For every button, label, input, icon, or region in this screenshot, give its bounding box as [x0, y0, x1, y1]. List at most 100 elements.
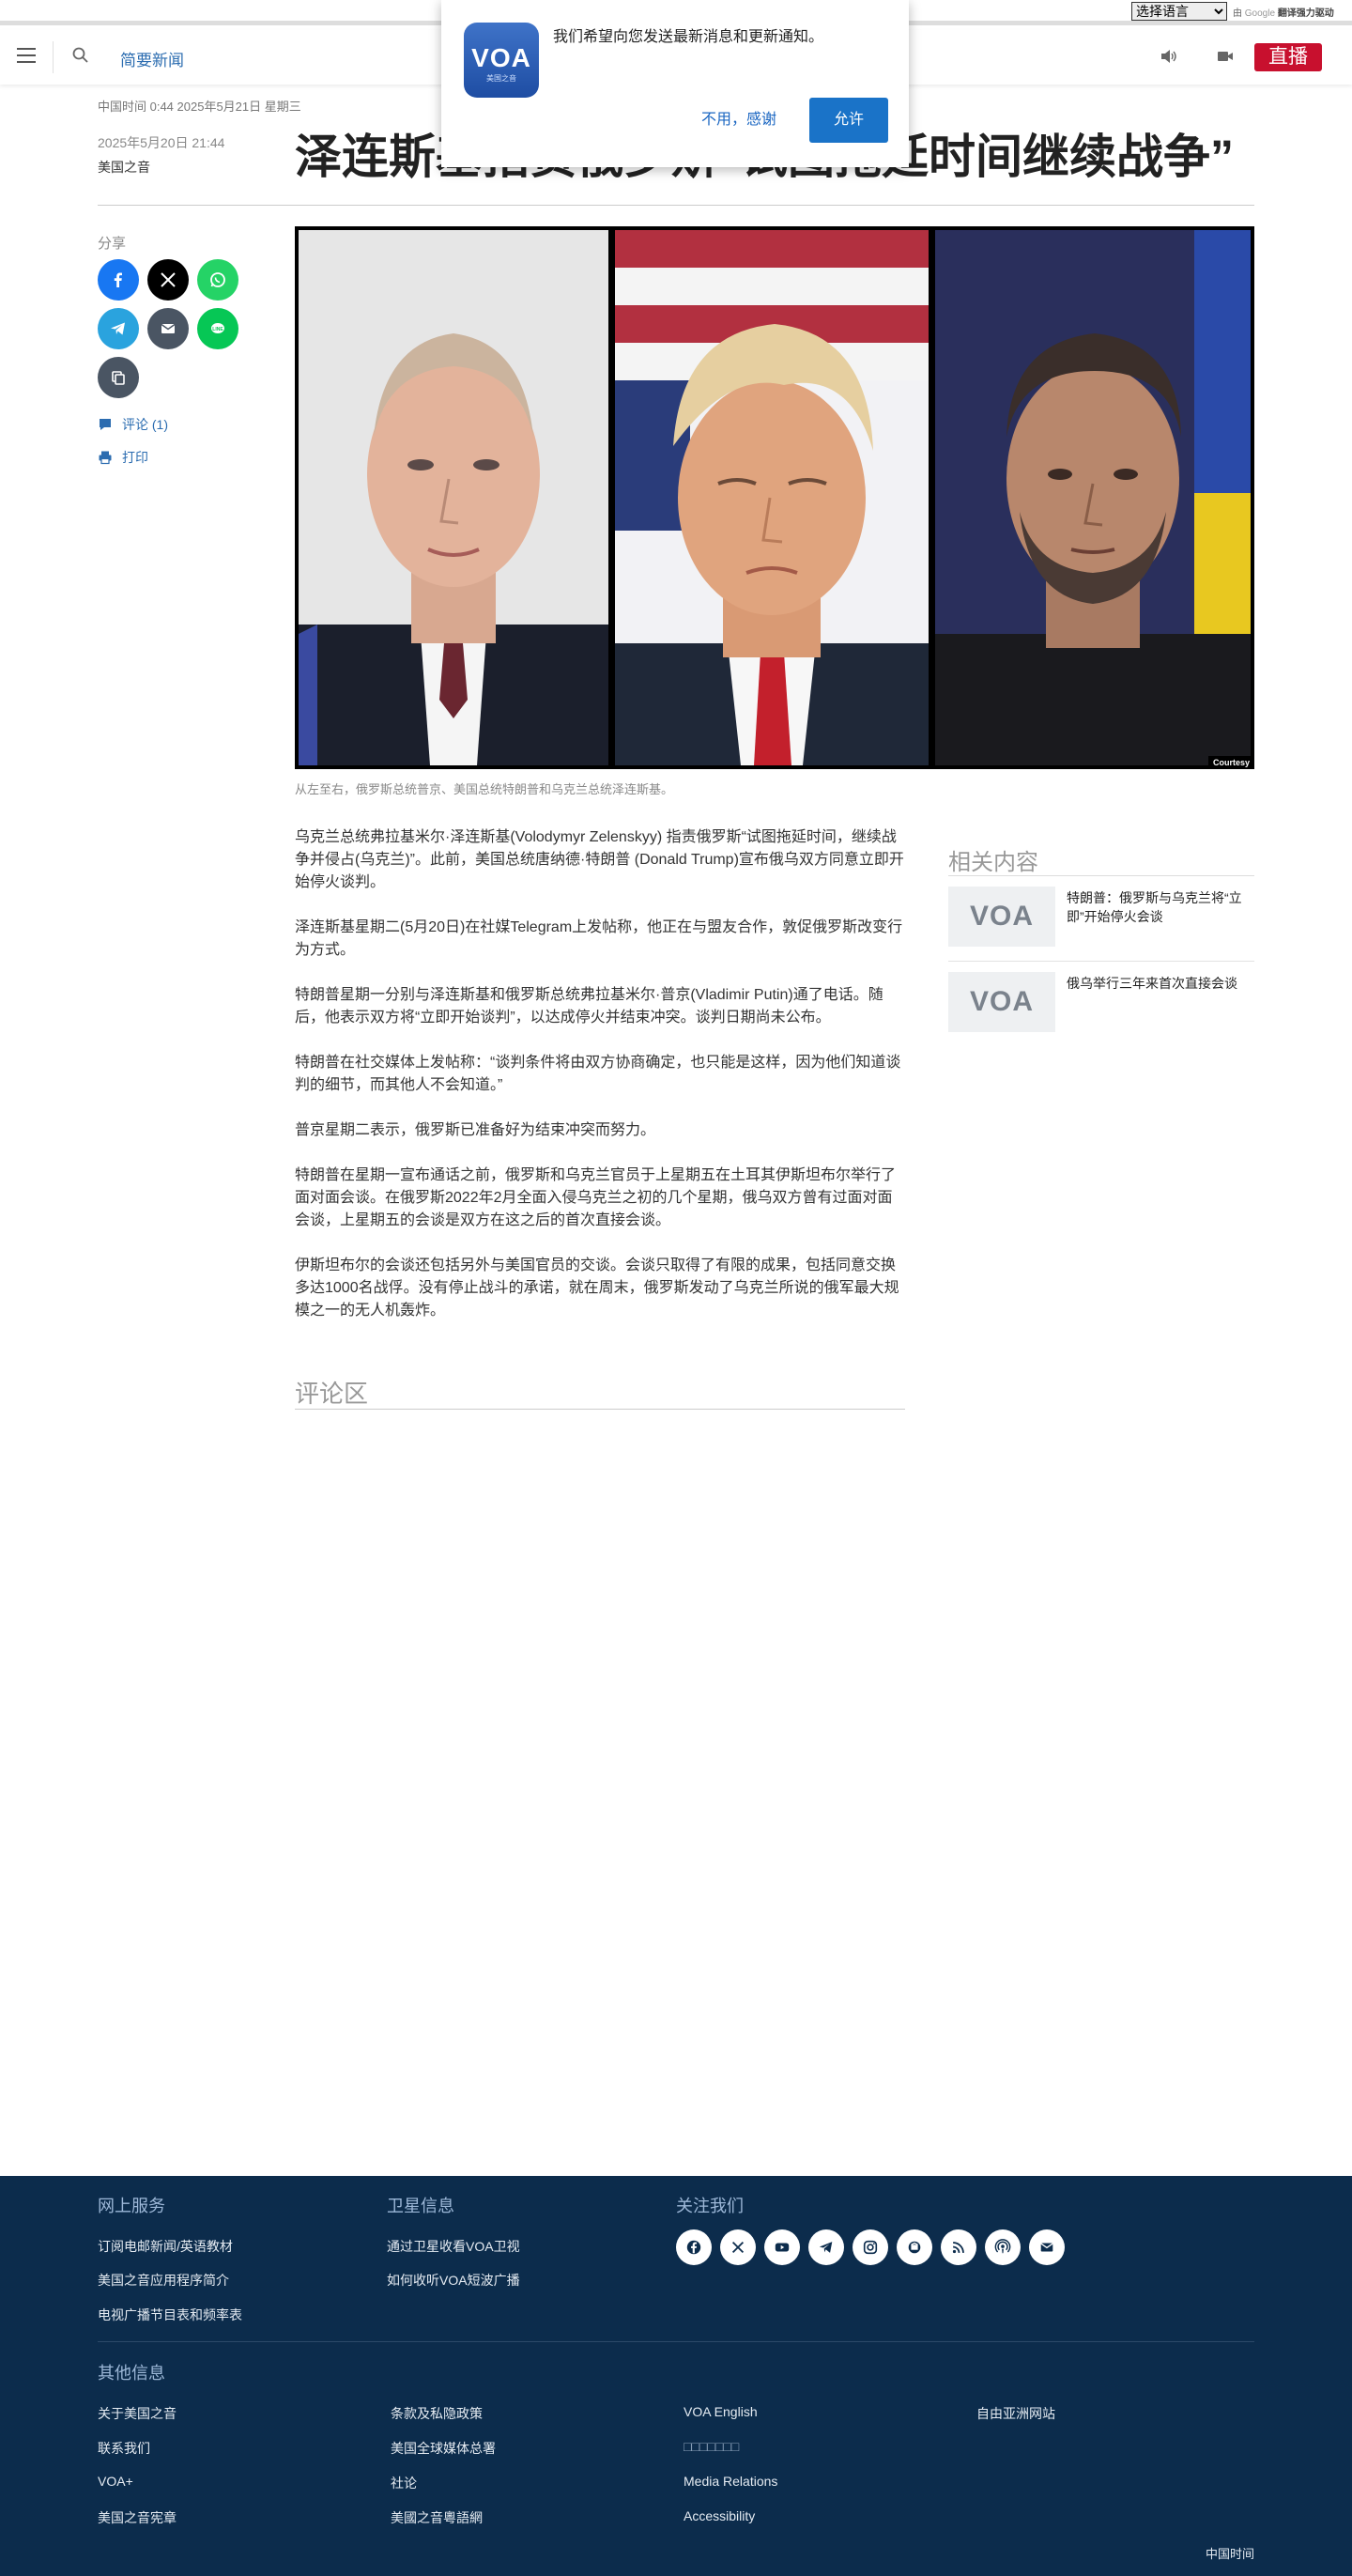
- article-body: 乌克兰总统弗拉基米尔·泽连斯基(Volodymyr Zelenskyy) 指责俄…: [295, 826, 905, 1345]
- share-x-button[interactable]: [147, 259, 189, 301]
- voa-app-logo: VOA 美国之音: [464, 23, 539, 98]
- portrait-putin: [299, 230, 608, 765]
- video-camera-icon[interactable]: [1216, 47, 1235, 66]
- related-content-heading: 相关内容: [948, 850, 1038, 875]
- nav-brief-news-link[interactable]: 简要新闻: [120, 47, 184, 70]
- related-item[interactable]: VOA 特朗普：俄罗斯与乌克兰将“立即”开始停火会谈: [948, 887, 1254, 954]
- whatsapp-icon: [210, 272, 225, 287]
- related-separator: [948, 961, 1254, 962]
- footer-link[interactable]: 美国全球媒体总署: [391, 2439, 496, 2458]
- footer-link[interactable]: VOA English: [684, 2404, 758, 2419]
- printer-icon: [99, 451, 112, 465]
- related-thumbnail-voa-logo[interactable]: VOA: [948, 887, 1055, 947]
- portrait-putin-graphic: [299, 230, 608, 765]
- search-icon[interactable]: [71, 46, 90, 65]
- article-paragraph: 乌克兰总统弗拉基米尔·泽连斯基(Volodymyr Zelenskyy) 指责俄…: [295, 829, 904, 890]
- podcast-icon: [994, 2239, 1011, 2254]
- share-line-button[interactable]: LINE: [197, 308, 238, 349]
- related-divider: [948, 875, 1254, 876]
- rss-social-button[interactable]: [941, 2229, 976, 2265]
- footer-link[interactable]: 美國之音粵語網: [391, 2508, 483, 2527]
- image-courtesy-label: Courtesy: [1207, 756, 1254, 769]
- voa-logo-mark: VOA: [471, 43, 531, 72]
- article-paragraph: 普京星期二表示，俄罗斯已准备好为结束冲突而努力。: [295, 1122, 656, 1138]
- x-icon: [161, 272, 176, 287]
- footer-link[interactable]: 通过卫星收看VOA卫视: [387, 2237, 520, 2256]
- copy-icon: [112, 371, 125, 385]
- podcast-app-icon: [908, 2241, 921, 2254]
- related-item-title[interactable]: 特朗普：俄罗斯与乌克兰将“立即”开始停火会谈: [1067, 888, 1254, 926]
- article-author: 美国之音: [98, 160, 150, 175]
- footer-link[interactable]: 美国之音宪章: [98, 2508, 177, 2527]
- print-link[interactable]: 打印: [98, 448, 148, 467]
- print-link-label: 打印: [122, 450, 148, 465]
- rss-icon: [952, 2242, 964, 2254]
- share-telegram-button[interactable]: [98, 308, 139, 349]
- live-button[interactable]: 直播: [1254, 43, 1322, 71]
- notification-permission-dialog: VOA 美国之音 我们希望向您发送最新消息和更新通知。 不用，感谢 允许: [441, 0, 909, 167]
- footer-link[interactable]: 联系我们: [98, 2439, 150, 2458]
- article-paragraph: 特朗普在星期一宣布通话之前，俄罗斯和乌克兰官员于上星期五在土耳其伊斯坦布尔举行了…: [295, 1167, 897, 1228]
- menu-icon[interactable]: [17, 48, 36, 63]
- x-icon: [731, 2241, 745, 2254]
- share-whatsapp-button[interactable]: [197, 259, 238, 301]
- facebook-icon: [114, 272, 122, 287]
- footer-link[interactable]: Media Relations: [684, 2474, 777, 2489]
- comments-link[interactable]: 评论 (1): [98, 415, 168, 434]
- footer-link[interactable]: VOA+: [98, 2474, 133, 2489]
- related-item-title[interactable]: 俄乌举行三年来首次直接会谈: [1067, 974, 1254, 993]
- speaker-icon[interactable]: [1159, 47, 1177, 66]
- comments-link-label: 评论 (1): [122, 417, 168, 432]
- article-paragraph: 伊斯坦布尔的会谈还包括另外与美国官员的交谈。会谈只取得了有限的成果，包括同意交换…: [295, 1257, 899, 1319]
- language-select[interactable]: 选择语言: [1131, 2, 1227, 21]
- telegram-social-button[interactable]: [808, 2229, 844, 2265]
- footer-link[interactable]: Accessibility: [684, 2508, 755, 2523]
- footer-online-services-heading: 网上服务: [98, 2197, 165, 2215]
- svg-text:LINE: LINE: [212, 327, 223, 332]
- copy-link-button[interactable]: [98, 357, 139, 398]
- article-paragraph: 泽连斯基星期二(5月20日)在社媒Telegram上发帖称，他正在与盟友合作，敦…: [295, 919, 903, 958]
- image-caption: 从左至右，俄罗斯总统普京、美国总统特朗普和乌克兰总统泽连斯基。: [295, 782, 674, 796]
- share-label: 分享: [98, 236, 127, 252]
- telegram-icon: [819, 2242, 833, 2253]
- podcast-social-button[interactable]: [985, 2229, 1021, 2265]
- deny-notifications-button[interactable]: 不用，感谢: [687, 98, 791, 143]
- comment-icon: [100, 419, 111, 430]
- footer-link[interactable]: 关于美国之音: [98, 2404, 177, 2423]
- powered-suffix: 翻译强力驱动: [1277, 8, 1334, 19]
- allow-notifications-button[interactable]: 允许: [809, 98, 888, 143]
- footer-link[interactable]: 电视广播节目表和频率表: [98, 2306, 242, 2324]
- portrait-trump: [615, 230, 929, 765]
- footer-divider: [98, 2341, 1254, 2342]
- x-social-button[interactable]: [720, 2229, 756, 2265]
- podcast-app-social-button[interactable]: [897, 2229, 932, 2265]
- notification-message: 我们希望向您发送最新消息和更新通知。: [553, 29, 824, 45]
- divider: [98, 205, 1254, 206]
- google-logo: Google: [1244, 8, 1276, 19]
- footer-link[interactable]: 自由亚洲网站: [976, 2404, 1055, 2423]
- footer-link[interactable]: 条款及私隐政策: [391, 2404, 483, 2423]
- footer-link[interactable]: 社论: [391, 2474, 417, 2492]
- comments-divider: [295, 1409, 905, 1410]
- related-item[interactable]: VOA 俄乌举行三年来首次直接会谈: [948, 972, 1254, 1040]
- share-facebook-button[interactable]: [98, 259, 139, 301]
- footer-satellite-heading: 卫星信息: [387, 2197, 454, 2215]
- instagram-social-button[interactable]: [853, 2229, 888, 2265]
- current-time: 中国时间 0:44 2025年5月21日 星期三: [98, 100, 301, 114]
- related-thumbnail-voa-logo[interactable]: VOA: [948, 972, 1055, 1032]
- footer-link[interactable]: 美国之音应用程序简介: [98, 2271, 229, 2290]
- article-hero-image: Courtesy: [295, 226, 1254, 769]
- portrait-trump-graphic: [615, 230, 929, 765]
- email-social-button[interactable]: [1029, 2229, 1065, 2265]
- footer-time-label: 中国时间: [1206, 2547, 1255, 2561]
- footer-link[interactable]: □□□□□□□: [684, 2439, 739, 2454]
- share-email-button[interactable]: [147, 308, 189, 349]
- telegram-icon: [111, 322, 125, 335]
- youtube-social-button[interactable]: [764, 2229, 800, 2265]
- facebook-social-button[interactable]: [676, 2229, 712, 2265]
- footer-link[interactable]: 订阅电邮新闻/英语教材: [98, 2237, 233, 2256]
- portrait-zelenskyy-graphic: [935, 230, 1251, 765]
- site-footer: 网上服务 订阅电邮新闻/英语教材 美国之音应用程序简介 电视广播节目表和频率表 …: [0, 2176, 1352, 2576]
- email-icon: [1040, 2243, 1053, 2252]
- footer-link[interactable]: 如何收听VOA短波广播: [387, 2271, 520, 2290]
